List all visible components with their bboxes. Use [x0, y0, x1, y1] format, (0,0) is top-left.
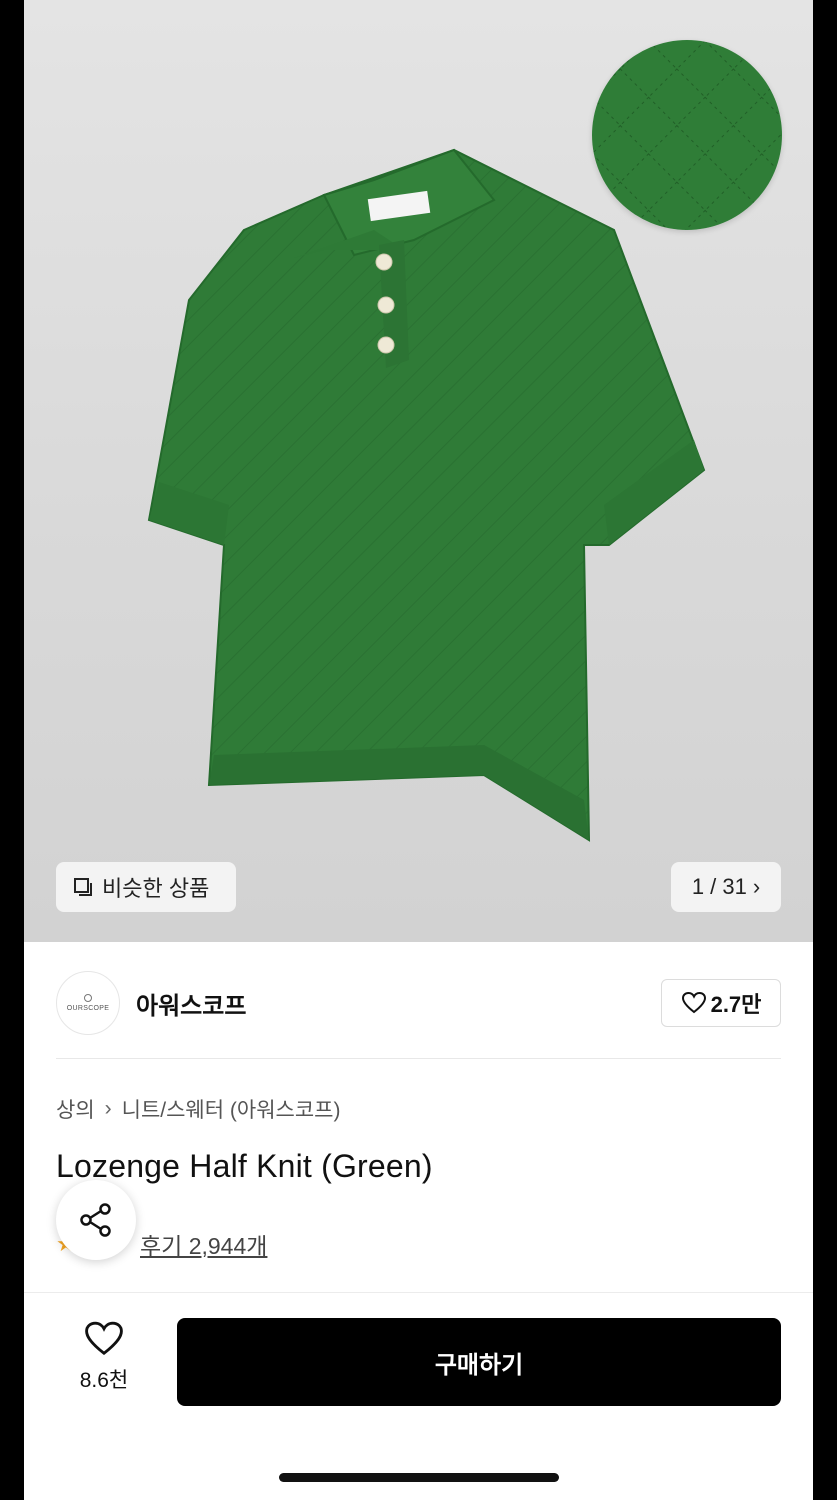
brand-logo-text: OURSCOPE [66, 1005, 110, 1012]
breadcrumb-subcategory[interactable]: 니트/스웨터 (아워스코프) [122, 1094, 341, 1124]
image-counter: 1 / 31 [691, 874, 747, 899]
brand-mark-icon [84, 994, 92, 1002]
buy-button[interactable]: 구매하기 [177, 1318, 781, 1406]
share-icon [80, 1203, 111, 1237]
brand-like-count: 2.7만 [710, 992, 762, 1017]
brand-row: OURSCOPE 아워스코프 2.7만 [56, 968, 781, 1038]
brand-logo[interactable]: OURSCOPE [56, 971, 120, 1035]
favorite-count: 8.6천 [79, 1369, 129, 1392]
heart-icon [85, 1321, 123, 1356]
product-detail-screen: 비슷한 상품 1 / 31 › OURSCOPE 아워스코프 2.7만 상의 ›… [24, 0, 813, 1500]
product-title: Lozenge Half Knit (Green) [56, 1148, 433, 1184]
similar-products-icon [74, 878, 92, 896]
heart-icon [681, 991, 706, 1014]
review-link[interactable]: 후기 2,944개 [140, 1227, 267, 1261]
home-indicator [279, 1473, 559, 1482]
similar-products-label: 비슷한 상품 [102, 876, 210, 901]
favorite-button[interactable]: 8.6천 [64, 1320, 144, 1400]
brand-like-button[interactable]: 2.7만 [661, 979, 781, 1027]
fabric-detail-swatch [592, 40, 782, 230]
breadcrumb-category[interactable]: 상의 [56, 1094, 95, 1124]
chevron-right-icon: › [104, 1097, 112, 1120]
similar-products-button[interactable]: 비슷한 상품 [56, 862, 236, 912]
chevron-right-icon: › [752, 874, 761, 899]
breadcrumb: 상의 › 니트/스웨터 (아워스코프) [56, 1094, 341, 1124]
bottom-bar-divider [24, 1292, 813, 1293]
share-button[interactable] [56, 1180, 136, 1260]
product-image-carousel[interactable]: 비슷한 상품 1 / 31 › [24, 0, 813, 942]
image-counter-button[interactable]: 1 / 31 › [671, 862, 781, 912]
divider [56, 1058, 781, 1059]
brand-name[interactable]: 아워스코프 [136, 986, 246, 1021]
